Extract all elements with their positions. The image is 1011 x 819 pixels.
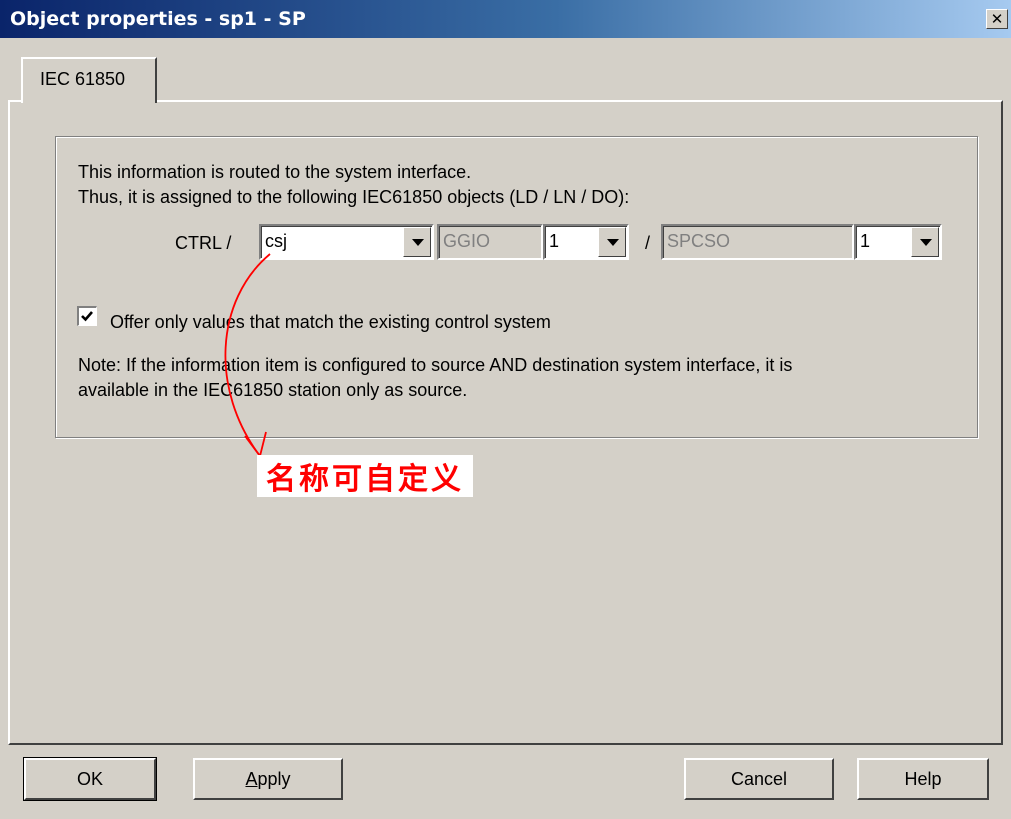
cancel-button[interactable]: Cancel [684,758,834,800]
apply-button[interactable]: Apply [193,758,343,800]
cancel-button-label: Cancel [730,768,788,789]
properties-dialog: Object properties - sp1 - SP ✕ IEC 61850… [0,0,1011,819]
ok-button[interactable]: OK [23,757,157,801]
tab-label: IEC 61850 [40,69,126,89]
tab-iec-61850[interactable]: IEC 61850 [21,57,157,103]
annotation-label: 名称可自定义 [257,455,473,497]
ok-button-label: OK [76,768,103,789]
apply-button-label: Apply [245,768,291,789]
help-button-label: Help [904,768,942,789]
help-button[interactable]: Help [857,758,989,800]
annotation-arrow [224,253,271,459]
